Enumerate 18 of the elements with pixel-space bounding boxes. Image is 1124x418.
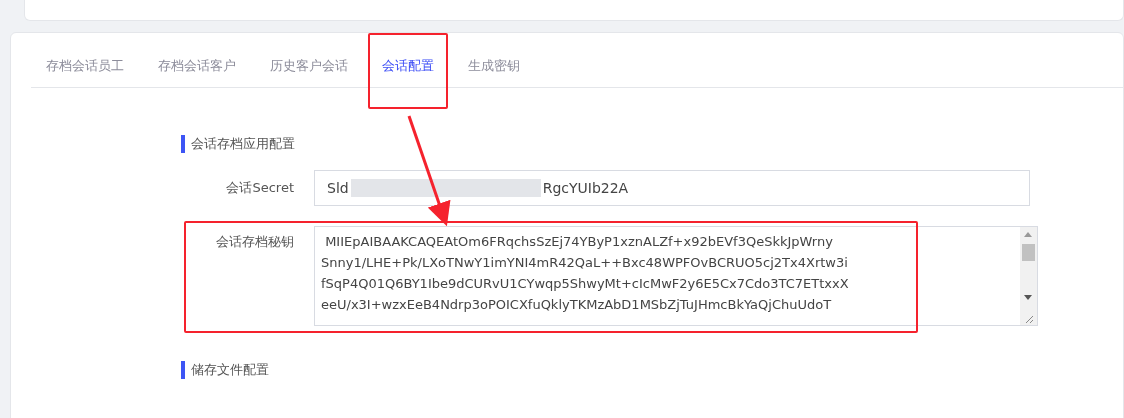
field-label: 会话存档秘钥 bbox=[215, 233, 295, 251]
secret-input-field[interactable]: Sld RgcYUIb22A bbox=[314, 170, 1030, 206]
tab[interactable]: 存档会话员工 bbox=[46, 55, 124, 87]
key-textarea[interactable]: MIIEpAIBAAKCAQEAtOm6FRqchsSzEj74YByP1xznALZf+x92bEVf3QeSkkJpWrny Snny1/LHE+Pk/LXoTNwY1imYNI4mR42QaL++Bxc48WPFOvBCRUO5cj2Tx4Xrtw3i fSqP4Q01Q6BY1Ibe9dCURvU1CYwqp5ShwyMt+cIcMwF2y6E5Cx7Cdo3TC7ETtxxX eeU/x3I+wzxEeB4Ndrp3oPOICXfuQklyTKMzAbD1MSbZjTuJHmcBkYaQjChuUdoT bbox=[314, 226, 1038, 326]
tab[interactable]: 历史客户会话 bbox=[270, 55, 348, 87]
tab[interactable]: 会话配置 bbox=[382, 55, 434, 87]
scrollbar[interactable] bbox=[1020, 227, 1037, 325]
scroll-down-icon[interactable] bbox=[1024, 295, 1032, 300]
scrollbar-thumb[interactable] bbox=[1022, 244, 1035, 261]
field-label: 会话Secret bbox=[225, 179, 295, 197]
resize-grip-icon[interactable] bbox=[1024, 314, 1034, 324]
tab[interactable]: 存档会话客户 bbox=[158, 55, 236, 87]
tab[interactable]: 生成密钥 bbox=[468, 55, 520, 87]
section-title: 会话存档应用配置 bbox=[191, 135, 295, 153]
section-marker bbox=[181, 135, 185, 153]
section-marker bbox=[181, 361, 185, 379]
scroll-up-icon[interactable] bbox=[1024, 232, 1032, 237]
section-title: 储存文件配置 bbox=[191, 361, 269, 379]
